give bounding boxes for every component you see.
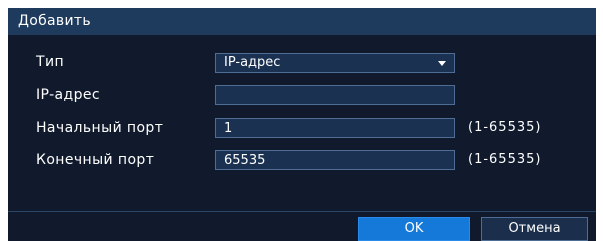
ip-label: IP-адрес [36,87,100,103]
type-select[interactable]: IP-адрес [215,53,455,73]
start-port-range: (1-65535) [468,120,542,135]
type-label: Тип [36,54,65,70]
ip-input[interactable] [215,85,455,105]
cancel-button[interactable]: Отмена [481,217,588,241]
footer-divider [8,211,596,212]
add-dialog: Добавить Тип IP-адрес IP-адрес Начальный… [8,8,596,241]
end-port-input[interactable] [215,150,455,170]
type-select-value: IP-адрес [224,55,281,70]
dialog-titlebar: Добавить [8,8,596,35]
end-port-range: (1-65535) [468,152,542,167]
ok-button[interactable]: OK [358,217,470,241]
chevron-down-icon [438,61,446,66]
start-port-label: Начальный порт [36,120,164,136]
end-port-label: Конечный порт [36,152,155,168]
dialog-title: Добавить [18,13,91,29]
start-port-input[interactable] [215,118,455,138]
